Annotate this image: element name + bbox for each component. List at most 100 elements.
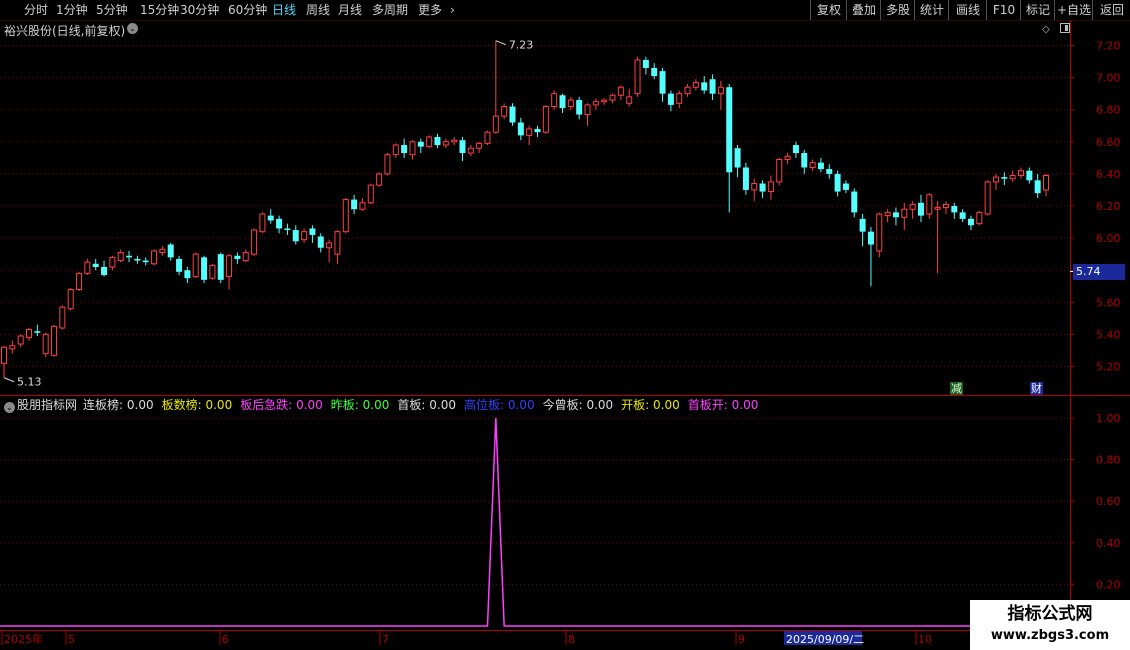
indicator-item-colon: : xyxy=(354,398,363,412)
candle-body-down xyxy=(792,145,799,154)
candle-body-down xyxy=(559,95,566,109)
candle-body-down xyxy=(534,128,541,133)
indicator-item-value: 0.00 xyxy=(731,398,759,412)
candle-body-down xyxy=(134,258,141,261)
low-price-pointer xyxy=(3,377,15,383)
indicator-item-colon: : xyxy=(119,398,127,412)
indicator-item-value: 0.00 xyxy=(586,398,614,412)
high-price-label: 7.23 xyxy=(509,39,533,52)
candle-body-up xyxy=(367,184,374,204)
indicator-item-3: 昨板: 0.00 xyxy=(331,398,396,412)
indicator-item-colon: : xyxy=(288,398,297,412)
time-axis-label: 8 xyxy=(568,633,575,646)
indicator-tick-label: 0.40 xyxy=(1096,537,1121,550)
candle-body-up xyxy=(1017,170,1024,177)
candle-body-down xyxy=(217,254,224,280)
indicator-item-label: 今曾板 xyxy=(542,398,579,412)
candle-body-up xyxy=(942,203,949,209)
candle-body-up xyxy=(151,250,158,265)
indicator-item-label: 连板榜 xyxy=(83,398,120,412)
candle-body-up xyxy=(592,101,599,106)
candle-body-up xyxy=(226,255,233,278)
indicator-item-label: 板数榜 xyxy=(161,398,198,412)
indicator-tick-label: 0.60 xyxy=(1096,495,1121,508)
candle-body-down xyxy=(234,255,241,259)
candle-body-up xyxy=(76,272,83,290)
price-chart[interactable]: 7.207.006.806.606.406.206.005.805.605.40… xyxy=(0,0,1130,650)
indicator-item-label: 昨板 xyxy=(330,398,355,412)
indicator-item-label: 开板 xyxy=(621,398,646,412)
price-tick-label: 6.60 xyxy=(1096,136,1121,149)
candle-body-up xyxy=(242,252,249,262)
candle-body-up xyxy=(1043,175,1049,191)
candle-body-down xyxy=(126,255,133,258)
candle-body-up xyxy=(617,86,624,96)
candle-body-up xyxy=(551,93,558,107)
candle-body-up xyxy=(634,59,641,95)
tag-cai[interactable]: 财 xyxy=(1030,382,1043,395)
indicator-item-4: 首板: 0.00 xyxy=(397,398,462,412)
candle-body-up xyxy=(301,231,308,241)
candle-body-down xyxy=(309,228,316,235)
candle-body-up xyxy=(992,176,999,183)
candle-body-down xyxy=(276,218,283,229)
indicator-item-label: 首板 xyxy=(397,398,422,412)
indicator-name[interactable]: 股朋指标网 xyxy=(17,398,77,412)
time-axis-label: 5 xyxy=(68,633,75,646)
candle-body-down xyxy=(709,79,716,94)
indicator-item-value: 0.00 xyxy=(429,398,456,412)
candle-body-up xyxy=(192,253,199,278)
candle-body-up xyxy=(626,96,633,104)
indicator-dropdown-icon[interactable]: ⌄ xyxy=(4,402,15,413)
candle-body-down xyxy=(801,153,808,168)
candle-body-down xyxy=(659,71,666,94)
indicator-item-value: 0.00 xyxy=(205,398,233,412)
candle-body-up xyxy=(1009,175,1016,180)
candle-body-up xyxy=(909,203,916,210)
candle-body-up xyxy=(326,242,333,249)
candle-body-down xyxy=(667,93,674,105)
candle-body-up xyxy=(584,104,591,116)
indicator-tick-label: 0.80 xyxy=(1096,454,1121,467)
candle-body-up xyxy=(609,94,616,101)
indicator-item-5: 高位板: 0.00 xyxy=(464,398,541,412)
watermark-title: 指标公式网 xyxy=(1007,604,1093,624)
price-tick-label: 7.20 xyxy=(1096,40,1121,53)
candle-body-down xyxy=(509,106,516,123)
candle-body-down xyxy=(826,169,833,174)
candle-body-up xyxy=(684,86,691,95)
candle-body-up xyxy=(676,93,683,104)
candle-body-down xyxy=(642,59,649,68)
tag-jian[interactable]: 减 xyxy=(950,382,963,395)
candle-body-down xyxy=(317,236,324,248)
indicator-item-value: 0.00 xyxy=(362,398,390,412)
candle-body-down xyxy=(167,244,174,258)
candle-body-down xyxy=(1026,170,1033,181)
price-tick-label: 6.20 xyxy=(1096,200,1121,213)
low-price-label: 5.13 xyxy=(17,376,42,389)
candle-body-up xyxy=(542,105,549,133)
candle-body-up xyxy=(442,141,449,146)
candle-body-down xyxy=(917,202,924,216)
candle-body-down xyxy=(967,218,974,226)
candle-body-up xyxy=(159,248,166,254)
candle-body-down xyxy=(817,162,824,170)
indicator-item-0: 连板榜: 0.00 xyxy=(83,398,160,412)
cursor-date-label: 2025/09/09/二 xyxy=(786,633,864,646)
candle-body-down xyxy=(1001,177,1008,179)
time-axis-label: 9 xyxy=(738,633,745,646)
indicator-item-label: 高位板 xyxy=(463,398,500,412)
price-tick-label: 6.40 xyxy=(1096,168,1121,181)
candle-body-up xyxy=(884,211,891,217)
indicator-item-label: 板后急跌 xyxy=(240,398,289,412)
candle-body-up xyxy=(342,199,349,233)
candle-body-up xyxy=(776,158,783,183)
candle-body-down xyxy=(851,191,858,213)
candle-body-down xyxy=(401,145,408,154)
candle-body-up xyxy=(484,131,491,144)
candle-body-up xyxy=(117,252,124,262)
price-tick-label: 6.80 xyxy=(1096,104,1121,117)
candle-body-down xyxy=(176,258,183,272)
indicator-item-colon: : xyxy=(723,398,732,412)
candle-body-up xyxy=(51,325,58,356)
